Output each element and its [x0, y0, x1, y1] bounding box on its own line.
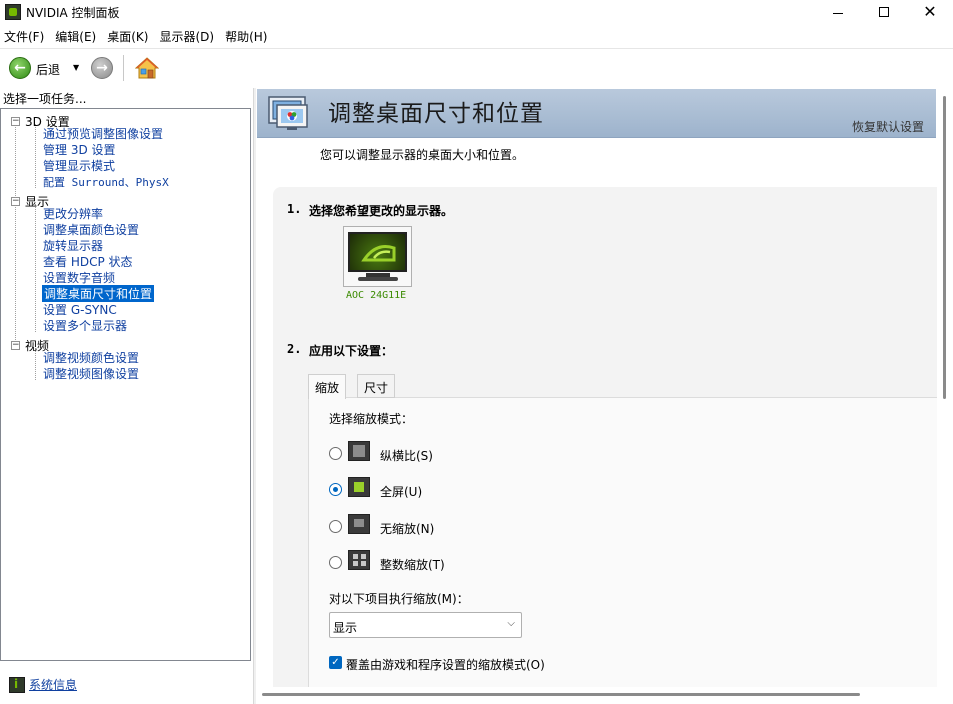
tree-line [35, 124, 36, 188]
home-icon[interactable] [135, 56, 159, 80]
aspect-ratio-icon [348, 441, 370, 461]
menu-help[interactable]: 帮助(H) [221, 26, 274, 46]
collapse-icon[interactable]: − [11, 341, 20, 350]
monitor-icon [348, 232, 407, 272]
close-button[interactable]: ✕ [907, 0, 953, 24]
perform-scaling-on-value: 显示 [333, 621, 358, 635]
menu-bar: 文件(F) 编辑(E) 桌面(K) 显示器(D) 帮助(H) [0, 26, 953, 46]
section-2-number: 2. [287, 342, 302, 356]
menu-display[interactable]: 显示器(D) [155, 26, 221, 46]
pane-splitter[interactable] [253, 88, 256, 704]
mode-label-integer-scaling[interactable]: 整数缩放(T) [380, 556, 445, 573]
radio-no-scaling[interactable] [329, 520, 342, 533]
tree-item-change-resolution[interactable]: 更改分辨率 [43, 205, 103, 222]
mode-label-aspect-ratio[interactable]: 纵横比(S) [380, 447, 433, 464]
system-info-icon [9, 676, 25, 693]
system-info-link[interactable]: 系统信息 [29, 676, 77, 693]
restore-defaults-link[interactable]: 恢复默认设置 [852, 118, 924, 135]
mode-label-fullscreen[interactable]: 全屏(U) [380, 483, 422, 500]
mode-label-no-scaling[interactable]: 无缩放(N) [380, 520, 434, 537]
toolbar-separator [123, 55, 124, 81]
tree-line [35, 204, 36, 332]
monitor-name[interactable]: AOC 24G11E [346, 290, 406, 301]
tree-item-adjust-video-image[interactable]: 调整视频图像设置 [43, 365, 139, 382]
tree-item-adjust-video-color[interactable]: 调整视频颜色设置 [43, 349, 139, 366]
monitor-base [358, 277, 398, 281]
tree-item-view-hdcp-status[interactable]: 查看 HDCP 状态 [43, 253, 133, 270]
collapse-icon[interactable]: − [11, 117, 20, 126]
back-history-dropdown-icon[interactable]: ▼ [73, 63, 79, 72]
minimize-icon [833, 12, 843, 14]
tab-size[interactable]: 尺寸 [357, 374, 396, 398]
collapse-icon[interactable]: − [11, 197, 20, 206]
tree-item-preview-image-settings[interactable]: 通过预览调整图像设置 [43, 125, 163, 142]
perform-scaling-on-label: 对以下项目执行缩放(M)： [329, 592, 469, 606]
tree-item-setup-digital-audio[interactable]: 设置数字音频 [43, 269, 115, 286]
back-arrow-glyph: ← [14, 60, 26, 76]
fullscreen-icon [348, 477, 370, 497]
horizontal-scrollbar-thumb[interactable] [262, 693, 860, 696]
menu-edit[interactable]: 编辑(E) [51, 26, 103, 46]
forward-arrow-glyph: → [96, 60, 108, 76]
no-scaling-icon [348, 514, 370, 534]
perform-scaling-on-select[interactable]: 显示 ⌵ [329, 612, 522, 638]
nvidia-eye-icon [361, 245, 396, 262]
minimize-button[interactable] [815, 0, 861, 24]
tree-line [15, 124, 16, 344]
task-pane-title: 选择一项任务... [3, 92, 87, 106]
tree-item-configure-surround-physx[interactable]: 配置 Surround、PhysX [43, 174, 169, 190]
back-arrow-icon[interactable]: ← [9, 57, 31, 79]
section-2-label: 应用以下设置： [309, 344, 394, 358]
close-icon: ✕ [923, 2, 937, 21]
scaling-mode-label: 选择缩放模式： [329, 412, 414, 426]
window-title: NVIDIA 控制面板 [26, 6, 120, 20]
maximize-button[interactable] [861, 0, 907, 24]
section-1-number: 1. [287, 202, 302, 216]
integer-scaling-icon [348, 550, 370, 570]
tab-scaling[interactable]: 缩放 [308, 374, 347, 399]
tree-item-manage-display-mode[interactable]: 管理显示模式 [43, 157, 115, 174]
override-scaling-label[interactable]: 覆盖由游戏和程序设置的缩放模式(O) [346, 656, 545, 673]
override-scaling-checkbox[interactable]: ✓ [329, 656, 342, 669]
chevron-down-icon: ⌵ [507, 618, 515, 629]
monitor-selector[interactable] [343, 226, 412, 287]
back-button-label[interactable]: 后退 [36, 61, 60, 78]
maximize-icon [879, 7, 889, 17]
tree-item-adjust-desktop-color[interactable]: 调整桌面颜色设置 [43, 221, 139, 238]
tree-item-manage-3d-settings[interactable]: 管理 3D 设置 [43, 141, 116, 158]
nvidia-logo-icon [5, 4, 21, 20]
page-title: 调整桌面尺寸和位置 [328, 101, 544, 127]
display-settings-icon [268, 96, 308, 130]
menu-desktop[interactable]: 桌面(K) [103, 26, 155, 46]
tab-content-scaling [308, 397, 937, 687]
vertical-scrollbar-thumb[interactable] [943, 96, 946, 399]
radio-fullscreen[interactable] [329, 483, 342, 496]
radio-aspect-ratio[interactable] [329, 447, 342, 460]
title-bar: NVIDIA 控制面板 ✕ [0, 0, 953, 24]
tree-item-setup-gsync[interactable]: 设置 G-SYNC [43, 301, 117, 318]
task-tree: − 3D 设置 通过预览调整图像设置 管理 3D 设置 管理显示模式 配置 Su… [0, 108, 251, 661]
tree-item-rotate-display[interactable]: 旋转显示器 [43, 237, 103, 254]
forward-arrow-icon[interactable]: → [91, 57, 113, 79]
page-description: 您可以调整显示器的桌面大小和位置。 [320, 148, 525, 162]
radio-integer-scaling[interactable] [329, 556, 342, 569]
tree-item-setup-multiple-displays[interactable]: 设置多个显示器 [43, 317, 127, 334]
menu-file[interactable]: 文件(F) [0, 26, 51, 46]
system-info[interactable]: 系统信息 [9, 676, 77, 693]
page-header: 调整桌面尺寸和位置 恢复默认设置 [257, 89, 936, 138]
tree-item-adjust-desktop-size-position[interactable]: 调整桌面尺寸和位置 [42, 285, 155, 302]
section-1-label: 选择您希望更改的显示器。 [309, 204, 454, 218]
toolbar: ← 后退 ▼ → [0, 48, 953, 86]
